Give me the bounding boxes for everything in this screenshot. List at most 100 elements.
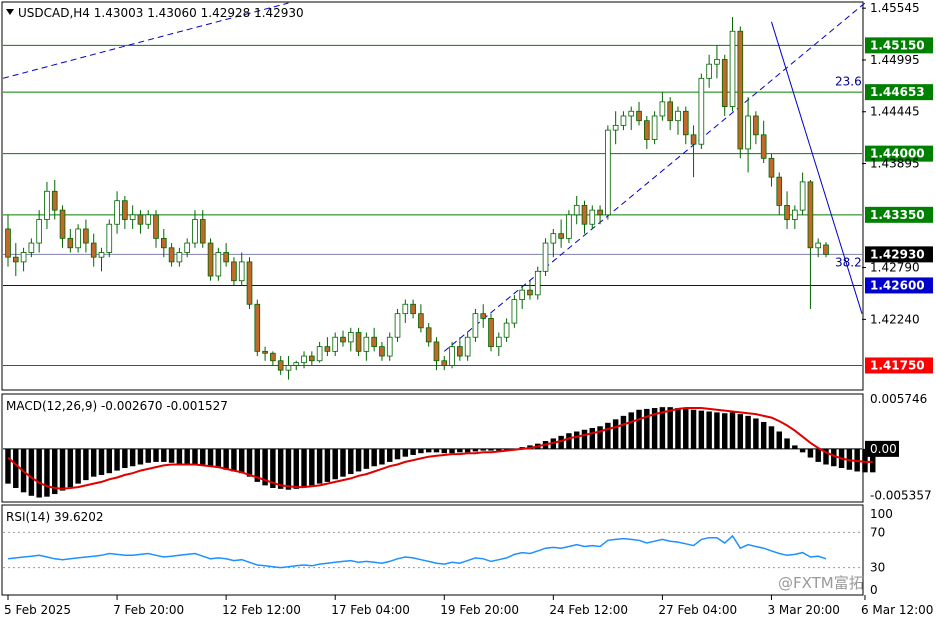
candle-body xyxy=(75,228,81,249)
candle-body xyxy=(114,200,120,225)
candle-body xyxy=(129,214,136,220)
candle-body xyxy=(542,242,549,272)
macd-bar xyxy=(332,448,338,480)
macd-bar xyxy=(44,448,50,497)
macd-bar xyxy=(425,448,432,453)
candle-body xyxy=(464,336,471,357)
candle-body xyxy=(488,317,494,348)
time-label: 24 Feb 12:00 xyxy=(549,603,628,617)
candle-body xyxy=(176,252,183,263)
fib-label: 23.6 xyxy=(835,75,862,89)
rsi-panel xyxy=(1,504,864,596)
macd-bar xyxy=(815,448,821,462)
macd-bar xyxy=(293,448,299,489)
candle-body xyxy=(433,341,440,362)
macd-bar xyxy=(387,448,393,462)
price-tick-label: 1.43895 xyxy=(870,157,920,171)
candle-body xyxy=(698,77,705,145)
macd-bar xyxy=(792,445,798,449)
candle-body xyxy=(745,115,751,150)
macd-bar xyxy=(566,433,572,449)
candle-body xyxy=(83,228,89,244)
macd-bar xyxy=(223,448,229,470)
candle-body xyxy=(519,289,525,300)
price-tick-label: 1.42790 xyxy=(870,261,920,275)
price-tick-label: 1.45545 xyxy=(870,1,920,15)
candle-body xyxy=(137,214,144,225)
macd-bar xyxy=(714,412,720,449)
macd-bar xyxy=(114,448,120,471)
candle xyxy=(511,294,518,328)
candle-body xyxy=(659,101,666,117)
macd-bar xyxy=(721,413,728,449)
rsi-header: RSI(14) 39.6202 xyxy=(6,510,104,524)
macd-bar xyxy=(75,448,81,484)
macd-bar xyxy=(628,412,634,449)
candle-body xyxy=(28,242,35,253)
macd-bar xyxy=(176,448,183,464)
level-label: 1.41750 xyxy=(870,358,925,372)
candle-body xyxy=(511,299,518,324)
macd-bar xyxy=(316,448,323,484)
level-label: 1.42930 xyxy=(870,247,925,261)
candle-body xyxy=(379,346,385,357)
candle xyxy=(651,111,658,145)
candle-body xyxy=(153,214,159,239)
macd-bar xyxy=(488,448,494,451)
price-tick-label: 1.44445 xyxy=(870,105,920,119)
macd-bar xyxy=(145,448,151,463)
macd-bar xyxy=(348,448,354,475)
candle-body xyxy=(20,252,27,263)
candle-body xyxy=(449,346,455,366)
candle-body xyxy=(215,252,222,277)
macd-bar xyxy=(807,448,814,458)
time-label: 5 Feb 2025 xyxy=(4,603,71,617)
macd-bar xyxy=(831,448,837,467)
candle-body xyxy=(566,214,572,239)
level-label: 1.42600 xyxy=(870,278,925,292)
candle-body xyxy=(792,209,798,220)
macd-bar xyxy=(737,414,744,449)
macd-bar xyxy=(729,412,736,449)
macd-bar xyxy=(122,448,128,468)
candle-body xyxy=(495,336,502,348)
macd-tick-label: 0.00 xyxy=(870,442,897,456)
candle-body xyxy=(355,332,362,352)
candle-body xyxy=(457,346,463,357)
candle-body xyxy=(386,336,393,357)
macd-bar xyxy=(285,448,292,490)
candle-body xyxy=(277,360,284,371)
candle-body xyxy=(36,219,42,244)
macd-bar xyxy=(612,419,619,449)
macd-bar xyxy=(324,448,331,482)
candle-body xyxy=(59,209,66,239)
macd-bar xyxy=(59,448,66,491)
macd-bar xyxy=(410,448,416,455)
macd-bar xyxy=(13,448,19,488)
candle-body xyxy=(51,190,58,211)
candle-body xyxy=(184,242,190,253)
candle-body xyxy=(332,336,339,352)
candle-body xyxy=(784,205,790,220)
time-label: 3 Mar 20:00 xyxy=(767,603,840,617)
macd-bar xyxy=(340,448,346,477)
macd-bar xyxy=(301,448,307,488)
candle-body xyxy=(199,219,206,244)
candle-body xyxy=(721,59,728,107)
macd-bar xyxy=(161,448,167,462)
macd-bar xyxy=(83,448,89,481)
macd-bar xyxy=(137,448,144,465)
candle xyxy=(394,308,401,342)
macd-bar xyxy=(644,408,650,449)
macd-bar xyxy=(168,448,175,463)
candle-body xyxy=(753,115,759,136)
time-label: 27 Feb 04:00 xyxy=(658,603,737,617)
macd-bar xyxy=(457,448,463,453)
chart-window: 23.6 38.2 1.45150 1.44653 1.44000 1.43350 1.4… xyxy=(0,0,936,624)
candle xyxy=(472,308,479,342)
price-header: USDCAD,H4 1.43003 1.43060 1.42928 1.4293… xyxy=(18,6,304,20)
time-label: 12 Feb 12:00 xyxy=(222,603,301,617)
candle-body xyxy=(550,233,557,244)
candle-body xyxy=(737,30,744,150)
macd-bar xyxy=(192,448,198,465)
